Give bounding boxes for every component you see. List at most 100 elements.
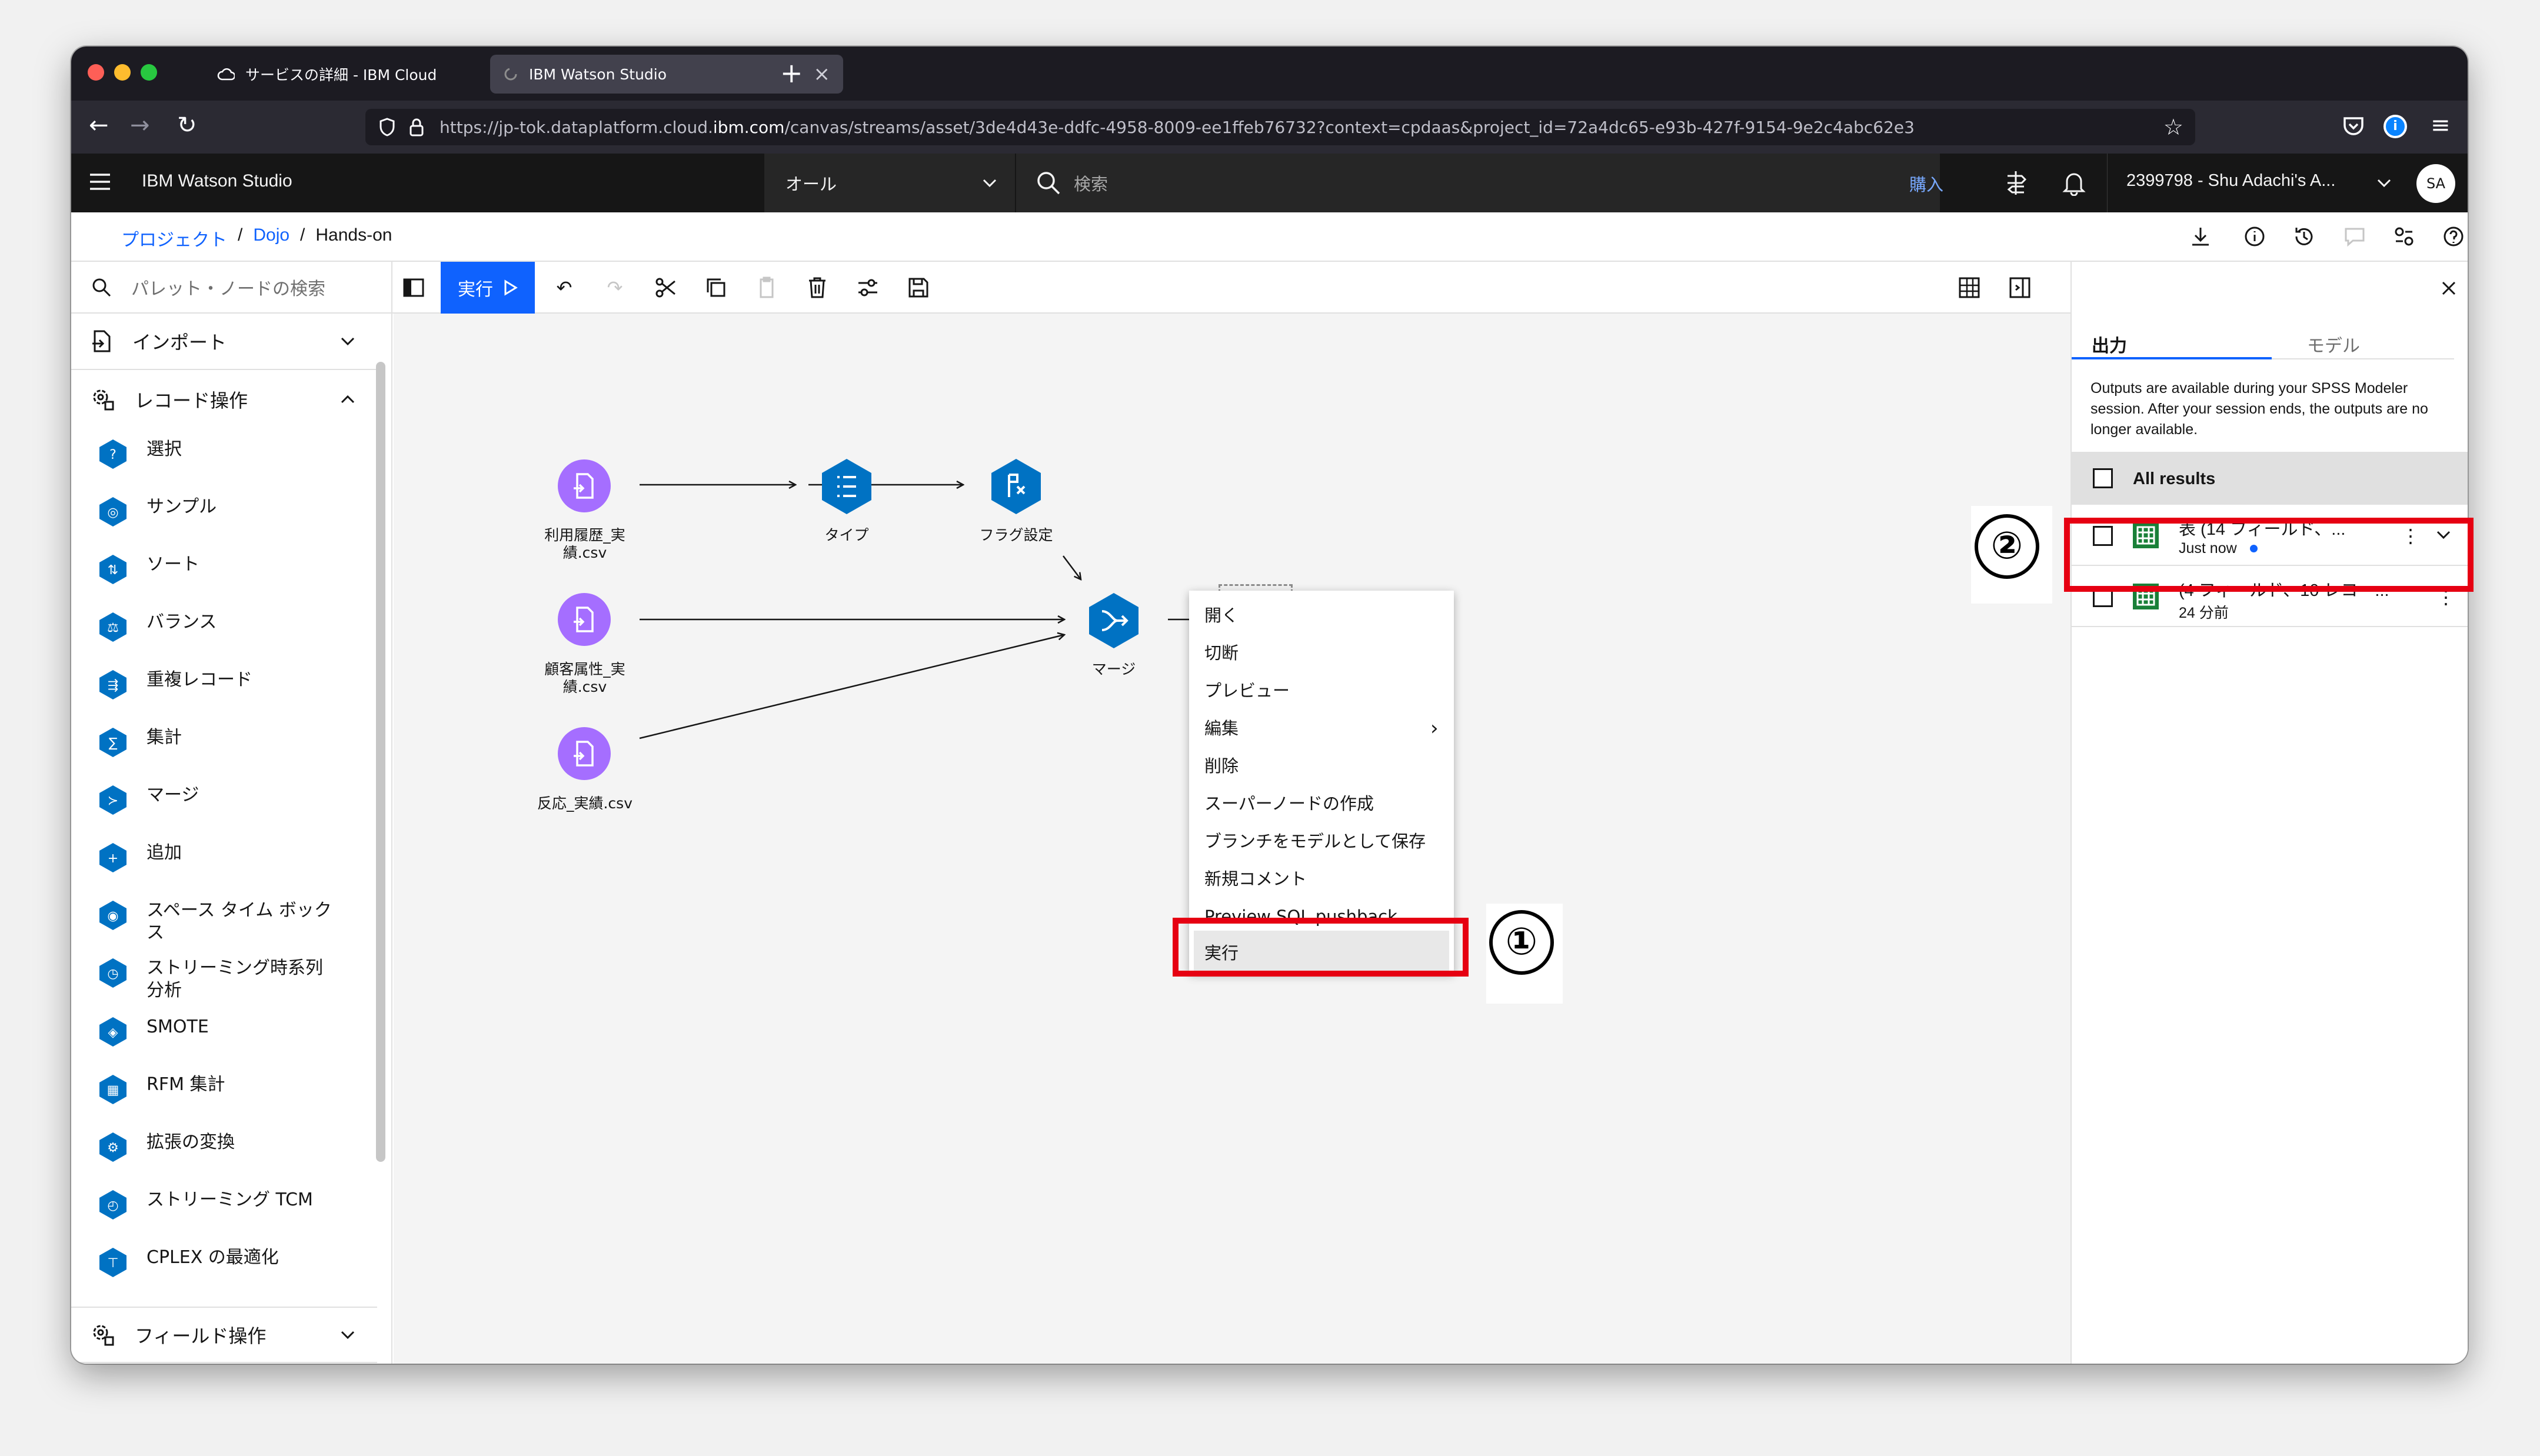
menu-icon[interactable]: ≡ [2431,114,2451,137]
close-window-button[interactable] [88,64,104,81]
context-menu-item[interactable]: 編集 [1204,717,1239,740]
svg-text:⚖: ⚖ [107,621,119,635]
password-manager-icon[interactable]: i [2383,115,2407,138]
toggle-side-panel-icon[interactable] [2007,275,2033,301]
download-icon[interactable] [2189,225,2212,248]
palette-item[interactable]: ◉ スペース タイム ボック ス [97,899,341,944]
context-menu-item[interactable]: ブランチをモデルとして保存 [1204,829,1426,853]
copy-icon[interactable] [703,275,729,301]
node-label: 反応_実績.csv [537,795,632,812]
palette-item[interactable]: ⇅ ソート [97,554,341,585]
palette-item[interactable]: ▦ RFM 集計 [97,1074,341,1105]
context-menu-item[interactable]: 削除 [1204,754,1239,778]
context-menu-item[interactable]: 新規コメント [1204,867,1307,891]
comment-icon[interactable] [2343,225,2366,248]
source-node-response[interactable] [556,725,612,782]
minimize-window-button[interactable] [114,64,131,81]
new-tab-button[interactable]: + [780,59,803,86]
scope-select[interactable]: オール [764,154,1015,212]
redo-icon[interactable]: ↷ [602,275,628,301]
palette-item[interactable]: ◷ ストリーミング時系列 分析 [97,957,341,1002]
highlight-new-result [2064,518,2474,592]
breadcrumb-projects-link[interactable]: プロジェクト [121,225,227,251]
all-results-checkbox[interactable] [2093,468,2113,488]
settings-adjust-icon[interactable] [2393,225,2415,248]
source-node-usage[interactable] [556,458,612,514]
palette-item[interactable]: ⚖ バランス [97,611,341,643]
paste-icon[interactable] [754,275,780,301]
palette-item-label: ストリーミング時系列 分析 [147,958,323,1001]
chevron-down-icon[interactable] [2376,178,2392,188]
palette-section-field-ops[interactable]: フィールド操作 [71,1307,377,1363]
buy-link[interactable]: 購入 [1909,171,1943,196]
toggle-palette-icon[interactable] [401,275,427,301]
avatar[interactable]: SA [2416,164,2455,203]
palette-node-icon: ? [97,438,129,470]
context-menu-item[interactable]: スーパーノードの作成 [1204,792,1374,815]
search-input[interactable]: 検索 [1016,154,1940,212]
palette-item[interactable]: ◈ SMOTE [97,1016,341,1048]
palette-item[interactable]: ? 選択 [97,438,341,470]
history-icon[interactable] [2293,225,2315,248]
context-menu-item[interactable]: 開く [1204,604,1239,627]
palette-item[interactable]: ≻ マージ [97,784,341,816]
palette-item[interactable]: ◴ ストリーミング TCM [97,1189,341,1221]
hamburger-menu-icon[interactable] [89,172,111,191]
type-node[interactable] [818,457,875,516]
notification-bell-icon[interactable] [2062,170,2086,196]
palette-item[interactable]: ∑ 集計 [97,727,341,758]
palette-search-input[interactable]: パレット・ノードの検索 [71,262,391,314]
tab-models[interactable]: モデル [2272,318,2454,359]
watson-studio-favicon-icon [503,66,518,82]
settings-sliders-icon[interactable] [855,275,881,301]
reload-icon[interactable]: ↻ [177,114,197,137]
run-button[interactable]: 実行 [441,262,535,314]
information-icon[interactable] [2243,225,2266,248]
breadcrumb-dojo-link[interactable]: Dojo [253,225,289,251]
palette-item[interactable]: ⊤ CPLEX の最適化 [97,1247,341,1278]
palette-item[interactable]: + 追加 [97,842,341,874]
zoom-window-button[interactable] [141,64,157,81]
table-view-icon[interactable] [1956,275,1982,301]
tab-outputs[interactable]: 出力 [2072,318,2272,359]
palette-section-record-ops[interactable]: レコード操作 [71,371,377,428]
close-panel-icon[interactable] [2440,279,2458,297]
palette-item[interactable]: ⚙ 拡張の変換 [97,1131,341,1163]
section-label: フィールド操作 [135,1325,267,1347]
canvas-toolbar: 実行 ↶ ↷ [392,262,2070,314]
signpost-icon[interactable] [2004,170,2028,196]
chevron-down-icon [341,1331,355,1339]
context-menu-item[interactable]: プレビュー [1204,679,1290,702]
app-title[interactable]: IBM Watson Studio [142,171,292,191]
palette-item[interactable]: ⇶ 重複レコード [97,669,341,701]
back-arrow-icon[interactable]: ← [89,114,109,137]
delete-icon[interactable] [804,275,830,301]
palette-item[interactable]: ◎ サンプル [97,496,341,528]
palette-scrollbar[interactable] [376,362,385,1162]
breadcrumb-separator: / [238,225,243,245]
context-menu-item[interactable]: 切断 [1204,641,1239,665]
save-as-icon[interactable] [906,275,931,301]
url-bar[interactable]: https://jp-tok.dataplatform.cloud.ibm.co… [365,109,2195,145]
outputs-info-text: Outputs are available during your SPSS M… [2090,380,2428,438]
link-response-to-merge [639,635,1064,739]
help-icon[interactable] [2442,225,2465,248]
palette-node-icon: ∑ [97,727,129,758]
source-node-customer[interactable] [556,591,612,648]
undo-icon[interactable]: ↶ [551,275,577,301]
pocket-icon[interactable] [2342,116,2365,137]
breadcrumb-bar: プロジェクト / Dojo / Hands-on [71,212,2468,262]
shield-icon [378,117,396,137]
palette-node-icon: ⊤ [97,1247,129,1278]
submenu-chevron-right-icon: › [1430,717,1439,740]
svg-text:⊤: ⊤ [107,1256,118,1271]
account-switcher[interactable]: 2399798 - Shu Adachi's A... [2126,171,2335,191]
forward-arrow-icon[interactable]: → [130,114,150,137]
flag-node[interactable] [988,457,1044,516]
bookmark-star-icon[interactable]: ☆ [2163,114,2183,140]
palette-section-import[interactable]: インポート [71,314,377,370]
merge-node[interactable] [1086,591,1142,650]
close-tab-icon[interactable]: × [814,62,831,86]
svg-text:◷: ◷ [107,967,118,981]
cut-icon[interactable] [653,275,678,301]
